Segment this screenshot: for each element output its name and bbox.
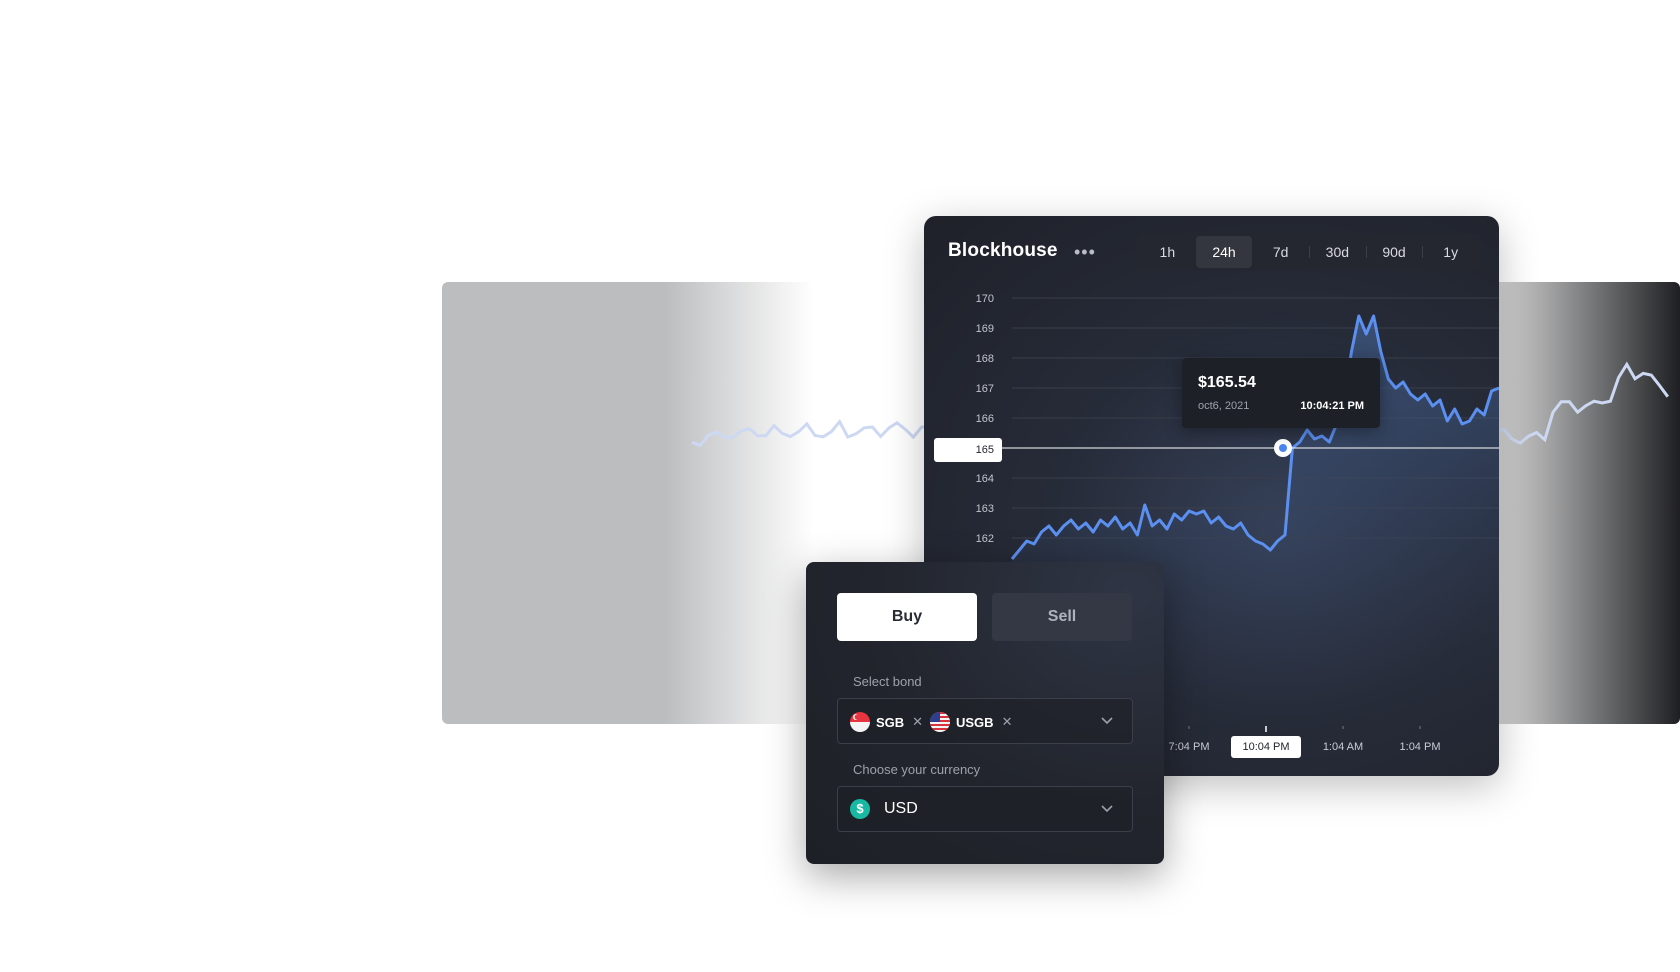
dollar-coin-icon: $ [850, 799, 870, 819]
y-tick-label: 162 [976, 533, 994, 545]
price-tooltip: $165.54 oct6, 2021 10:04:21 PM [1182, 358, 1380, 428]
y-axis-ticks: 170 169 168 167 166 164 163 162 [976, 293, 994, 545]
singapore-flag-icon [850, 712, 870, 732]
bond-chip-label: SGB [876, 714, 905, 730]
y-axis-cursor-label: 165 [934, 438, 1002, 462]
sell-button[interactable]: Sell [992, 593, 1132, 641]
currency-value: USD [884, 800, 918, 817]
ellipsis-icon[interactable]: ••• [1074, 242, 1096, 263]
x-axis-ticks [1188, 726, 1421, 732]
bond-chip-usgb: USGB ✕ [930, 711, 1012, 733]
tab-90d[interactable]: 90d [1365, 236, 1423, 268]
tooltip-price: $165.54 [1198, 374, 1256, 391]
x-label-1004pm: 10:04 PM [1231, 736, 1301, 758]
tab-7d[interactable]: 7d [1252, 236, 1309, 268]
tab-1y[interactable]: 1y [1422, 236, 1479, 268]
buy-button[interactable]: Buy [837, 593, 977, 641]
y-tick-label: 168 [976, 353, 994, 365]
tab-30d[interactable]: 30d [1309, 236, 1366, 268]
us-flag-icon [930, 712, 950, 732]
x-label-104am: 1:04 AM [1322, 741, 1364, 753]
bond-field-label: Select bond [853, 674, 922, 689]
y-tick-label: 163 [976, 503, 994, 515]
x-label-704pm: 7:04 PM [1168, 741, 1210, 753]
y-tick-label: 164 [976, 473, 994, 485]
tab-24h[interactable]: 24h [1195, 236, 1253, 268]
currency-select[interactable]: $ USD [837, 786, 1133, 832]
x-label-104pm: 1:04 PM [1399, 741, 1441, 753]
y-tick-label: 169 [976, 323, 994, 335]
tooltip-time: 10:04:21 PM [1300, 400, 1364, 412]
bond-chip-sgb: SGB ✕ [850, 711, 923, 733]
trade-panel: Buy Sell Select bond SGB ✕ USGB ✕ Choose… [806, 562, 1164, 864]
y-tick-label: 170 [976, 293, 994, 305]
tooltip-date: oct6, 2021 [1198, 400, 1250, 412]
chevron-down-icon[interactable] [1100, 710, 1114, 732]
cursor-handle-core [1279, 444, 1287, 452]
tab-1h[interactable]: 1h [1139, 236, 1196, 268]
y-tick-label: 167 [976, 383, 994, 395]
chart-title: Blockhouse [948, 240, 1058, 261]
chevron-down-icon[interactable] [1100, 798, 1114, 820]
remove-usgb-icon[interactable]: ✕ [1002, 714, 1013, 730]
bond-chip-label: USGB [956, 714, 994, 730]
bond-select[interactable]: SGB ✕ USGB ✕ [837, 698, 1133, 744]
remove-sgb-icon[interactable]: ✕ [912, 714, 923, 730]
currency-field-label: Choose your currency [853, 762, 981, 777]
range-tab-group: 1h 24h 7d 30d 90d 1y [1137, 234, 1481, 270]
y-tick-label: 166 [976, 413, 994, 425]
